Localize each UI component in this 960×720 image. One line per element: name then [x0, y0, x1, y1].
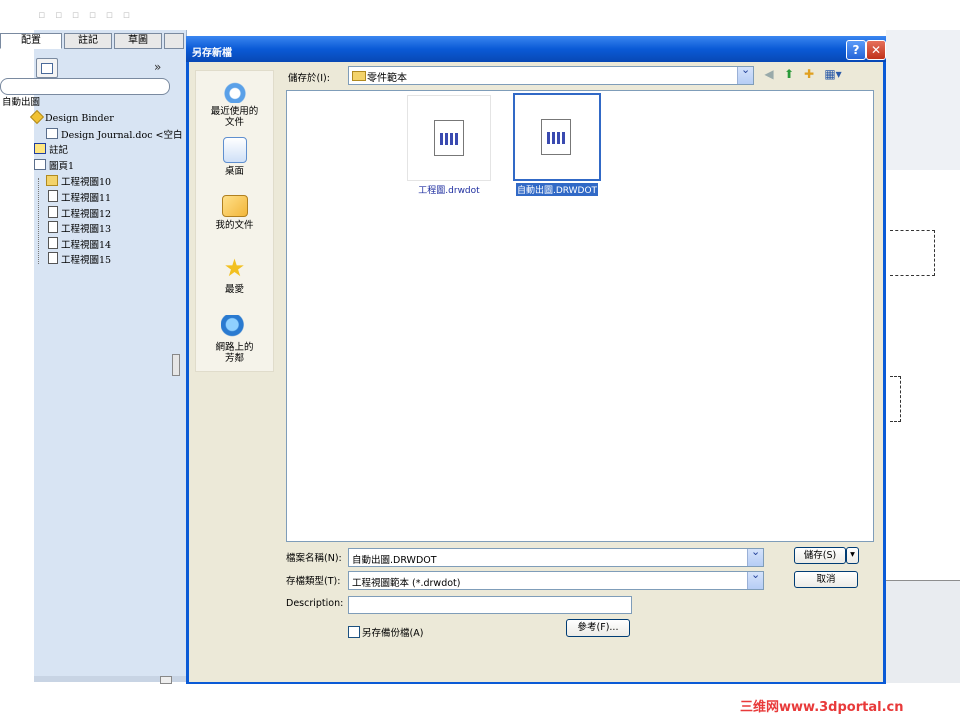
- view-folder-icon: [46, 175, 58, 186]
- filename-label: 檔案名稱(N):: [286, 553, 342, 564]
- drawing-sheet-top: [886, 30, 960, 171]
- feature-manager-icon-button[interactable]: [36, 58, 58, 78]
- drawing-view-icon: [48, 221, 58, 233]
- my-documents-icon: [221, 195, 248, 217]
- file-thumbnail: [513, 93, 601, 181]
- tab-configuration[interactable]: 配置: [0, 33, 62, 49]
- help-button[interactable]: ?: [846, 40, 866, 60]
- place-recent[interactable]: 最近使用的文件: [196, 79, 273, 128]
- look-in-dropdown[interactable]: 零件範本: [348, 63, 754, 85]
- filename-value: 自動出圖.DRWDOT: [352, 555, 437, 566]
- place-network[interactable]: 網路上的芳鄰: [196, 315, 273, 364]
- desktop-icon: [222, 137, 247, 163]
- tree-item-view-15[interactable]: 工程視圖15: [48, 252, 111, 266]
- document-icon: [41, 63, 53, 74]
- tree-item-annotations[interactable]: 註記: [34, 143, 68, 157]
- tab-annotation[interactable]: 註記: [64, 33, 112, 49]
- tree-item-view-13[interactable]: 工程視圖13: [48, 221, 111, 235]
- chevron-down-icon[interactable]: [747, 568, 763, 589]
- watermark: 三维网www.3dportal.cn: [740, 700, 904, 715]
- view-menu-icon[interactable]: ▦▾: [822, 67, 844, 81]
- place-desktop-label: 桌面: [224, 166, 244, 177]
- back-icon[interactable]: ◀: [762, 67, 776, 81]
- annotation-icon: [34, 143, 46, 154]
- network-icon: [220, 315, 249, 339]
- scroll-right-button[interactable]: [160, 676, 172, 684]
- drawing-canvas-bottom: [886, 580, 960, 683]
- file-type-dropdown[interactable]: 工程視圖範本 (*.drwdot): [348, 568, 764, 590]
- close-button[interactable]: ✕: [866, 40, 886, 60]
- expand-chevron-icon[interactable]: »: [154, 60, 161, 74]
- cancel-button[interactable]: 取消: [794, 571, 858, 588]
- places-bar: 最近使用的文件 桌面 我的文件 ★ 最愛 網路上的芳鄰: [195, 70, 274, 372]
- tree-item-sheet[interactable]: 圖頁1: [34, 159, 74, 173]
- tree-item-root[interactable]: 自動出圖: [2, 96, 40, 110]
- place-network-label: 網路上的芳鄰: [215, 342, 254, 364]
- save-options-dropdown[interactable]: ▾: [846, 547, 859, 564]
- dialog-title-bar[interactable]: [186, 36, 886, 62]
- recent-icon: [220, 79, 249, 103]
- folder-icon: [352, 71, 366, 81]
- tree-item-view-10[interactable]: 工程視圖10: [46, 175, 111, 189]
- look-in-value: 零件範本: [367, 73, 407, 84]
- place-favorites[interactable]: ★ 最愛: [196, 255, 273, 295]
- tree-item-view-14[interactable]: 工程視圖14: [48, 237, 111, 251]
- tree-filter-field[interactable]: [0, 78, 170, 95]
- panel-splitter-handle[interactable]: [172, 354, 180, 376]
- file-type-value: 工程視圖範本 (*.drwdot): [352, 578, 461, 589]
- faded-toolbar: ▫ ▫ ▫ ▫ ▫ ▫: [38, 8, 134, 21]
- up-folder-icon[interactable]: ⬆: [782, 67, 796, 81]
- binder-icon: [29, 109, 45, 125]
- tab-more[interactable]: [164, 33, 184, 49]
- drawing-template-icon: [541, 119, 571, 155]
- chevron-down-icon[interactable]: [747, 545, 763, 566]
- dialog-title: 另存新檔: [192, 48, 232, 59]
- backup-checkbox[interactable]: [348, 626, 360, 638]
- tree-item-view-11[interactable]: 工程視圖11: [48, 190, 111, 204]
- place-favorites-label: 最愛: [224, 284, 244, 295]
- file-item[interactable]: 工程圖.drwdot: [405, 95, 493, 196]
- place-recent-label: 最近使用的文件: [210, 106, 259, 128]
- tree-item-design-binder[interactable]: Design Binder: [29, 109, 114, 126]
- favorites-icon: ★: [223, 254, 246, 282]
- filename-input[interactable]: 自動出圖.DRWDOT: [348, 545, 764, 567]
- place-desktop[interactable]: 桌面: [196, 137, 273, 177]
- chevron-down-icon[interactable]: [737, 63, 753, 84]
- file-name: 自動出圖.DRWDOT: [515, 183, 599, 196]
- view-boundary-1: [890, 230, 935, 276]
- place-my-documents-label: 我的文件: [215, 220, 254, 231]
- new-folder-icon[interactable]: ✚: [802, 67, 816, 81]
- tab-sketch[interactable]: 草圖: [114, 33, 162, 49]
- view-boundary-2: [890, 376, 901, 422]
- save-button[interactable]: 儲存(S): [794, 547, 846, 564]
- tree-item-view-12[interactable]: 工程視圖12: [48, 206, 111, 220]
- look-in-label: 儲存於(I):: [288, 73, 330, 84]
- drawing-view-icon: [48, 237, 58, 249]
- file-item-selected[interactable]: 自動出圖.DRWDOT: [513, 93, 601, 196]
- drawing-view-icon: [48, 252, 58, 264]
- drawing-template-icon: [434, 120, 464, 156]
- description-field[interactable]: [348, 596, 632, 614]
- file-thumbnail: [407, 95, 491, 181]
- sheet-icon: [34, 159, 46, 170]
- file-list[interactable]: 工程圖.drwdot 自動出圖.DRWDOT: [286, 90, 874, 542]
- drawing-view-icon: [48, 206, 58, 218]
- word-doc-icon: [46, 128, 58, 139]
- reference-button[interactable]: 參考(F)...: [566, 619, 630, 637]
- file-name: 工程圖.drwdot: [418, 186, 480, 196]
- description-label: Description:: [286, 598, 344, 609]
- place-my-documents[interactable]: 我的文件: [196, 195, 273, 231]
- drawing-view-icon: [48, 190, 58, 202]
- feature-manager-tabs: 配置 註記 草圖: [0, 33, 186, 49]
- panel-left-edge: [0, 30, 34, 682]
- file-type-label: 存檔類型(T):: [286, 576, 341, 587]
- tree-item-design-journal[interactable]: Design Journal.doc <空白: [46, 128, 183, 142]
- backup-label[interactable]: 另存備份檔(A): [362, 625, 423, 639]
